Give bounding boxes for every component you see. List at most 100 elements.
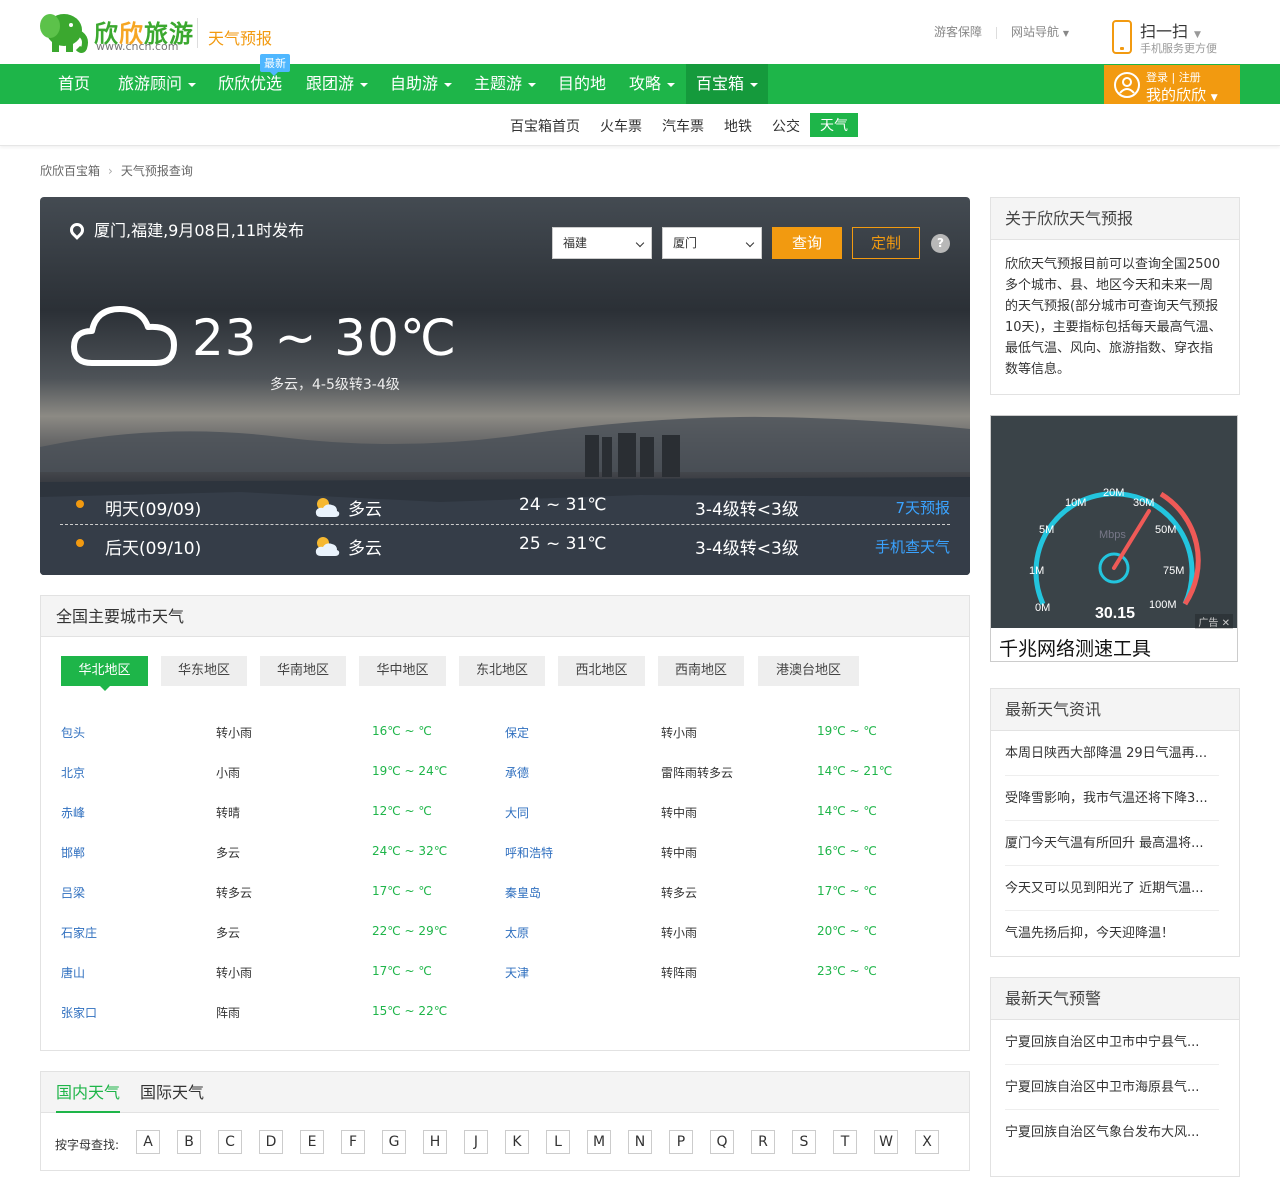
letter-button[interactable]: B [177,1130,201,1154]
city-name-link[interactable]: 大同 [505,804,529,821]
gauge-unit: Mbps [1099,529,1126,541]
help-icon[interactable]: ? [931,234,950,253]
letter-button[interactable]: J [464,1130,488,1154]
subnav-bus[interactable]: 公交 [772,116,800,136]
nav-self-tour[interactable]: 自助游 [380,64,462,104]
nav-guide[interactable]: 攻略 [619,64,685,104]
alert-item-link[interactable]: 宁夏回族自治区中卫市海原县气... [1005,1065,1219,1110]
letter-button[interactable]: G [382,1130,406,1154]
city-name-link[interactable]: 石家庄 [61,924,97,941]
city-name-link[interactable]: 邯郸 [61,844,85,861]
forecast-row: 明天(09/09) 多云 24 ~ 31℃ 3-4级转<3级 7天预报 [60,487,950,525]
city-name-link[interactable]: 吕梁 [61,884,85,901]
subnav-train[interactable]: 火车票 [600,116,642,136]
login-register-link[interactable]: 登录 | 注册 [1146,69,1201,85]
top-link-guarantee[interactable]: 游客保障 [934,23,982,40]
breadcrumb-toolbox[interactable]: 欣欣百宝箱 [40,164,100,178]
tab-domestic[interactable]: 国内天气 [56,1072,121,1113]
city-name-link[interactable]: 唐山 [61,964,85,981]
tab-hk-macau-tw[interactable]: 港澳台地区 [758,656,859,686]
city-name-link[interactable]: 保定 [505,724,529,741]
news-item-link[interactable]: 今天又可以见到阳光了 近期气温... [1005,866,1219,911]
customize-button[interactable]: 定制 [852,227,920,259]
phone-icon [1112,20,1132,54]
letter-button[interactable]: A [136,1130,160,1154]
city-name-link[interactable]: 赤峰 [61,804,85,821]
seven-day-forecast-link[interactable]: 7天预报 [895,497,950,518]
my-account[interactable]: 我的欣欣 ▼ [1146,84,1218,105]
province-select[interactable]: 福建 [552,227,652,259]
nav-label: 欣欣优选 [218,74,283,93]
letter-button[interactable]: M [587,1130,611,1154]
alert-item-link[interactable]: 宁夏回族自治区中卫市中宁县气... [1005,1020,1219,1065]
caret-down-icon [750,82,759,87]
nav-theme-tour[interactable]: 主题游 [464,64,546,104]
city-temp: 19℃ ~ ℃ [817,724,877,738]
close-icon[interactable]: ✕ [1222,618,1230,629]
city-name-link[interactable]: 北京 [61,764,85,781]
city-select[interactable]: 厦门 [662,227,762,259]
city-weather: 转晴 [216,806,241,820]
nav-label: 自助游 [390,74,439,93]
city-name-link[interactable]: 太原 [505,924,529,941]
news-title: 最新天气资讯 [991,689,1239,731]
news-item-link[interactable]: 气温先扬后抑，今天迎降温！ [1005,911,1219,956]
letter-button[interactable]: F [341,1130,365,1154]
caret-down-icon [528,82,537,87]
subnav-toolbox-home[interactable]: 百宝箱首页 [510,116,580,136]
news-item-link[interactable]: 受降雪影响，我市气温还将下降3... [1005,776,1219,821]
letter-button[interactable]: D [259,1130,283,1154]
city-name-link[interactable]: 张家口 [61,1004,97,1021]
letter-button[interactable]: R [751,1130,775,1154]
letter-button[interactable]: E [300,1130,324,1154]
site-logo[interactable]: 欣欣旅游 www.cncn.com [38,8,198,56]
mobile-weather-link[interactable]: 手机查天气 [875,536,950,557]
new-badge: 最新 [260,54,290,76]
city-name-link[interactable]: 包头 [61,724,85,741]
letter-button[interactable]: Q [710,1130,734,1154]
letter-button[interactable]: H [423,1130,447,1154]
scan-title-label: 扫一扫 [1140,22,1189,41]
subnav-bus-ticket[interactable]: 汽车票 [662,116,704,136]
tab-northeast[interactable]: 东北地区 [459,656,545,686]
city-name-link[interactable]: 承德 [505,764,529,781]
news-item-link[interactable]: 厦门今天气温有所回升 最高温将... [1005,821,1219,866]
tab-northwest[interactable]: 西北地区 [558,656,645,686]
gauge-mark: 30M [1133,497,1154,509]
nav-group-tour[interactable]: 跟团游 [296,64,378,104]
nav-home[interactable]: 首页 [48,64,100,104]
news-item-link[interactable]: 本周日陕西大部降温 29日气温再... [1005,731,1219,776]
tab-south[interactable]: 华南地区 [260,656,346,686]
subnav-weather[interactable]: 天气 [810,113,858,137]
nav-label: 旅游顾问 [118,74,183,93]
letter-button[interactable]: W [874,1130,898,1154]
query-button[interactable]: 查询 [772,227,842,259]
city-name-link[interactable]: 天津 [505,964,529,981]
city-name-link[interactable]: 呼和浩特 [505,844,553,861]
nav-toolbox[interactable]: 百宝箱 [686,64,768,104]
letter-button[interactable]: N [628,1130,652,1154]
letter-button[interactable]: S [792,1130,816,1154]
letter-button[interactable]: L [546,1130,570,1154]
letter-button[interactable]: T [833,1130,857,1154]
letter-button[interactable]: P [669,1130,693,1154]
subnav-metro[interactable]: 地铁 [724,116,752,136]
forecast-wind: 3-4级转<3级 [695,539,799,559]
weather-description: 多云，4-5级转3-4级 [270,377,400,393]
tab-international[interactable]: 国际天气 [140,1072,204,1113]
top-link-sitenav[interactable]: 网站导航 ▼ [1011,23,1069,40]
letter-button[interactable]: X [915,1130,939,1154]
nav-consultant[interactable]: 旅游顾问 [108,64,206,104]
tab-central[interactable]: 华中地区 [359,656,446,686]
tab-east[interactable]: 华东地区 [161,656,247,686]
ad-banner[interactable]: 0M 1M 5M 10M 20M 30M 50M 75M 100M Mbps 3… [990,415,1238,662]
tab-north[interactable]: 华北地区 [61,656,148,691]
tab-southwest[interactable]: 西南地区 [658,656,744,686]
alert-item-link[interactable]: 宁夏回族自治区气象台发布大风... [1005,1110,1219,1155]
login-menu[interactable]: 登录 | 注册 我的欣欣 ▼ [1104,65,1240,104]
ad-caption[interactable]: 千兆网络测速工具 [999,634,1151,661]
letter-button[interactable]: K [505,1130,529,1154]
letter-button[interactable]: C [218,1130,242,1154]
city-name-link[interactable]: 秦皇岛 [505,884,541,901]
nav-destination[interactable]: 目的地 [548,64,616,104]
